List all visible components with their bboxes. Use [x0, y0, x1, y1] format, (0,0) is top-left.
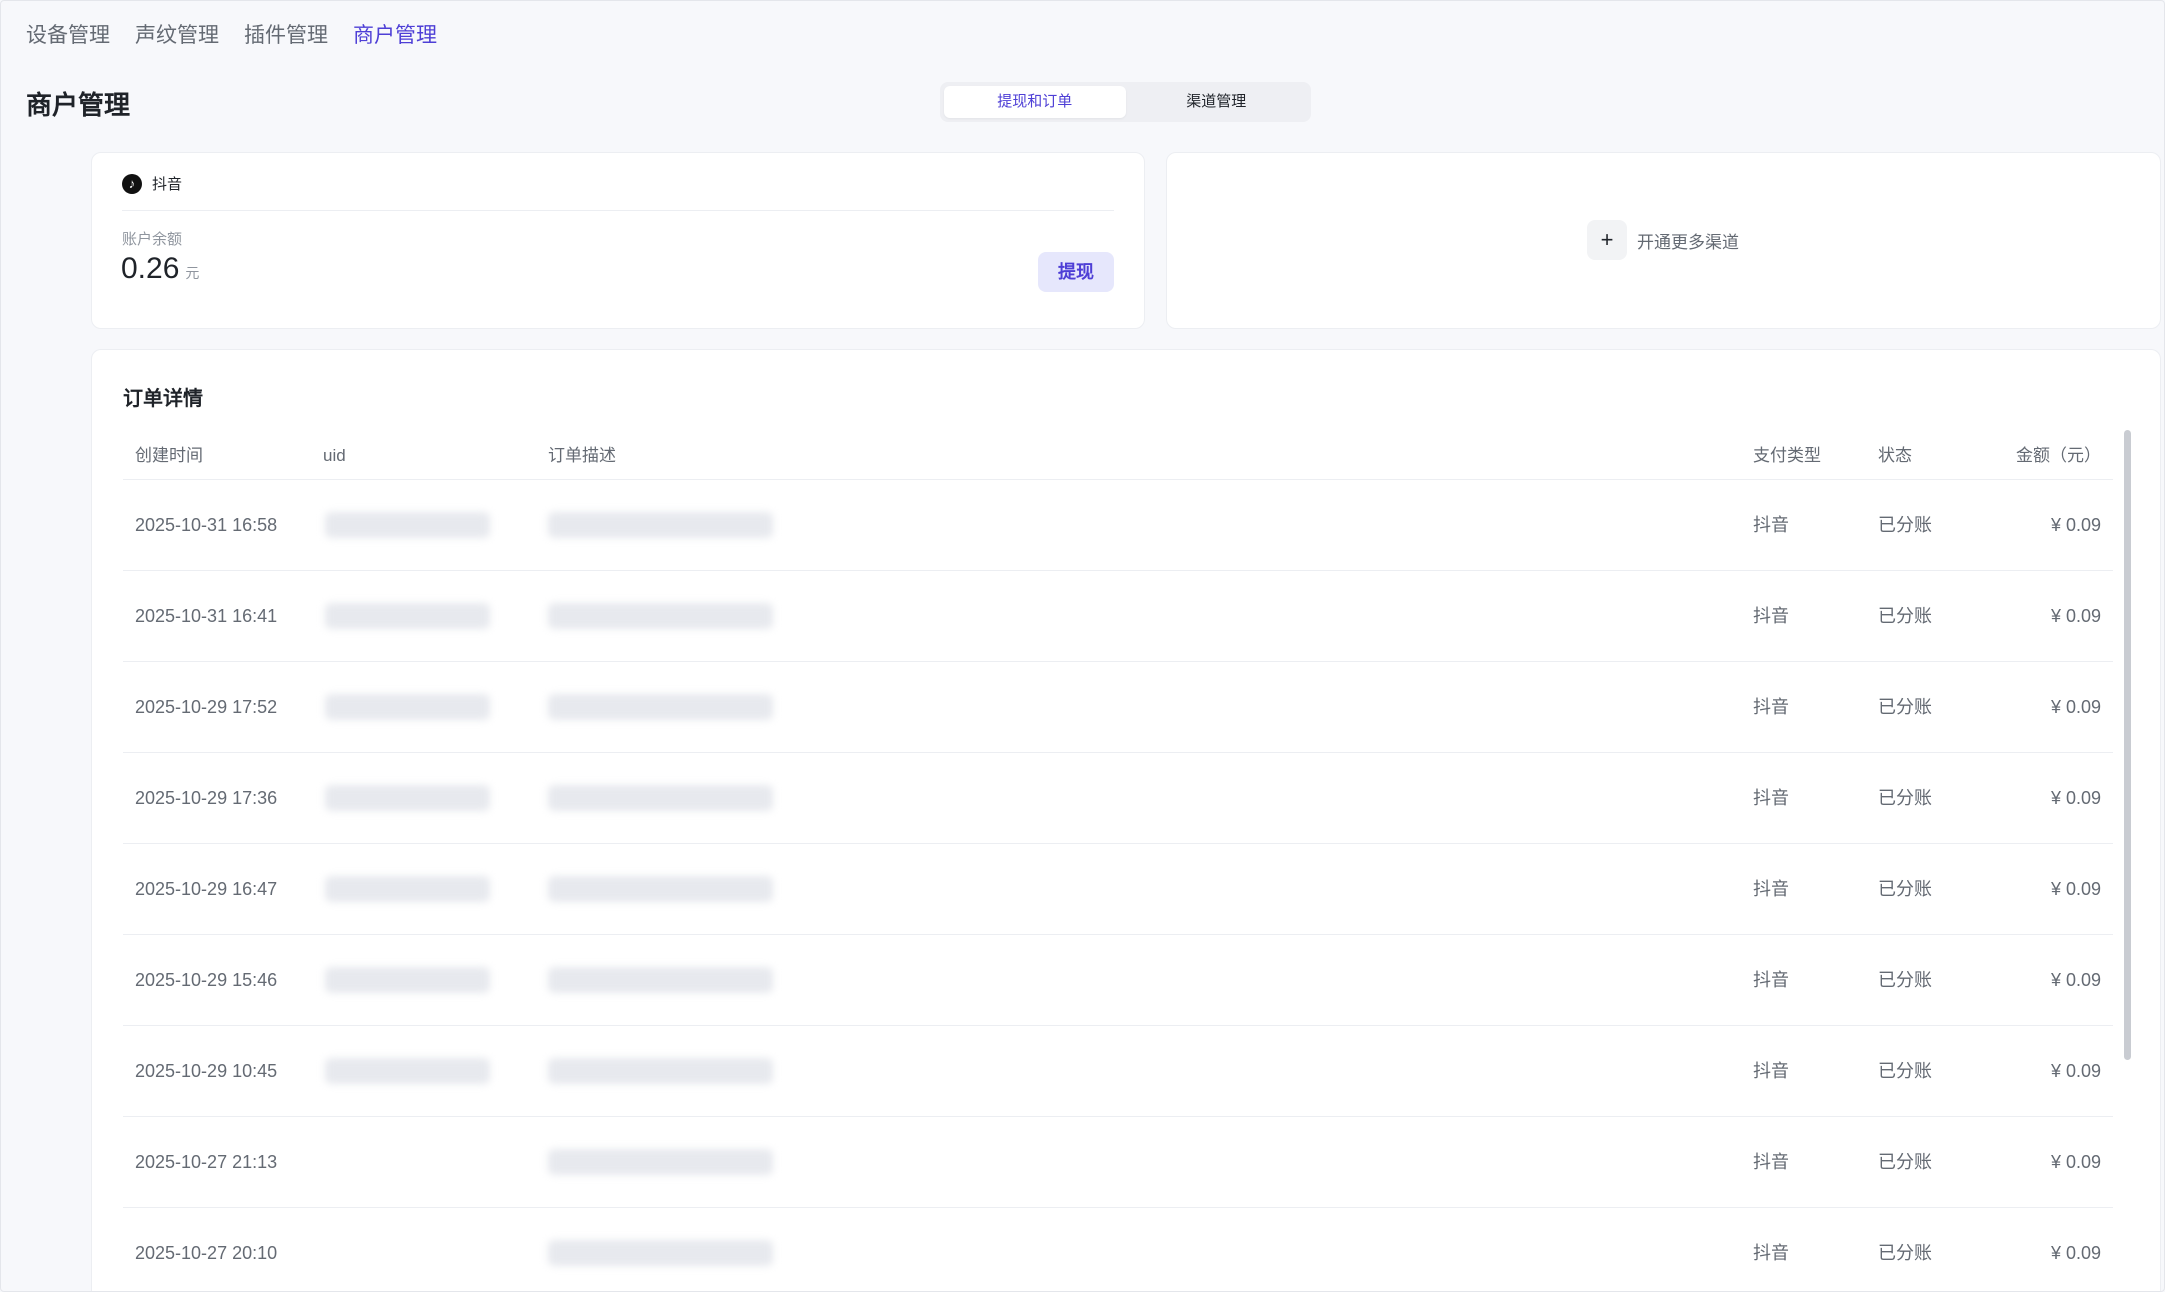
page-title: 商户管理 [26, 90, 131, 120]
cell-amount: ¥ 0.09 [2050, 1152, 2101, 1172]
cell-status: 已分账 [1878, 1152, 1932, 1172]
cell-pay-type: 抖音 [1753, 1061, 1789, 1081]
cell-amount: ¥ 0.09 [2050, 879, 2101, 899]
tab-channel-management[interactable]: 渠道管理 [1126, 86, 1308, 118]
cell-status: 已分账 [1878, 1061, 1932, 1081]
cell-uid-redacted [325, 694, 490, 720]
cell-uid-redacted [325, 512, 490, 538]
column-header-uid: uid [323, 446, 346, 465]
app-window: 设备管理 声纹管理 插件管理 商户管理 商户管理 提现和订单 渠道管理 ♪ 抖音… [0, 0, 2165, 1292]
cell-time: 2025-10-29 15:46 [135, 970, 278, 990]
orders-table: 创建时间 uid 订单描述 支付类型 状态 金额（元） 2025-10-31 1… [123, 432, 2113, 1291]
segmented-control: 提现和订单 渠道管理 [940, 82, 1311, 122]
scrollbar-thumb[interactable] [2124, 430, 2131, 1060]
cell-status: 已分账 [1878, 606, 1932, 626]
cell-desc-redacted [548, 785, 773, 811]
column-header-amount: 金额（元） [2016, 446, 2101, 465]
cell-amount: ¥ 0.09 [2050, 606, 2101, 626]
nav-merchant-management[interactable]: 商户管理 [353, 21, 437, 51]
cell-amount: ¥ 0.09 [2050, 788, 2101, 808]
balance-card: ♪ 抖音 账户余额 0.26 元 提现 [91, 152, 1145, 329]
cell-time: 2025-10-31 16:41 [135, 606, 278, 626]
open-more-channels-label: 开通更多渠道 [1637, 232, 1739, 252]
cell-time: 2025-10-29 10:45 [135, 1061, 278, 1081]
plus-icon: + [1587, 220, 1627, 260]
cell-desc-redacted [548, 876, 773, 902]
cell-time: 2025-10-29 17:52 [135, 697, 278, 717]
cell-pay-type: 抖音 [1753, 606, 1789, 626]
cell-pay-type: 抖音 [1753, 788, 1789, 808]
scrollbar[interactable] [2122, 430, 2132, 1291]
column-header-status: 状态 [1878, 446, 1912, 465]
cell-amount: ¥ 0.09 [2050, 515, 2101, 535]
table-header: 创建时间 uid 订单描述 支付类型 状态 金额（元） [123, 432, 2113, 480]
cell-amount: ¥ 0.09 [2050, 697, 2101, 717]
cell-status: 已分账 [1878, 788, 1932, 808]
channel-name: 抖音 [152, 176, 183, 193]
cell-desc-redacted [548, 1058, 773, 1084]
nav-device-management[interactable]: 设备管理 [26, 21, 110, 51]
cell-time: 2025-10-27 20:10 [135, 1243, 278, 1263]
table-row: 2025-10-31 16:41 抖音 已分账 ¥ 0.09 [123, 571, 2113, 662]
nav-plugin-management[interactable]: 插件管理 [244, 21, 328, 51]
cell-desc-redacted [548, 1240, 773, 1266]
table-row: 2025-10-29 10:45 抖音 已分账 ¥ 0.09 [123, 1026, 2113, 1117]
table-row: 2025-10-29 17:52 抖音 已分账 ¥ 0.09 [123, 662, 2113, 753]
cell-time: 2025-10-29 16:47 [135, 879, 278, 899]
cell-status: 已分账 [1878, 697, 1932, 717]
card-divider [122, 210, 1114, 211]
tab-withdraw-orders[interactable]: 提现和订单 [944, 86, 1126, 118]
cell-amount: ¥ 0.09 [2050, 1243, 2101, 1263]
table-row: 2025-10-29 17:36 抖音 已分账 ¥ 0.09 [123, 753, 2113, 844]
cell-status: 已分账 [1878, 1243, 1932, 1263]
balance-value: 0.26 [121, 252, 180, 285]
cell-pay-type: 抖音 [1753, 879, 1789, 899]
cell-uid-redacted [325, 967, 490, 993]
table-row: 2025-10-31 16:58 抖音 已分账 ¥ 0.09 [123, 480, 2113, 571]
cell-pay-type: 抖音 [1753, 1152, 1789, 1172]
cell-pay-type: 抖音 [1753, 1243, 1789, 1263]
cell-pay-type: 抖音 [1753, 515, 1789, 535]
cell-uid-redacted [325, 785, 490, 811]
cell-uid-redacted [325, 603, 490, 629]
cell-pay-type: 抖音 [1753, 697, 1789, 717]
balance-label: 账户余额 [122, 231, 183, 248]
cell-pay-type: 抖音 [1753, 970, 1789, 990]
table-row: 2025-10-29 15:46 抖音 已分账 ¥ 0.09 [123, 935, 2113, 1026]
cell-desc-redacted [548, 967, 773, 993]
cell-desc-redacted [548, 603, 773, 629]
top-nav: 设备管理 声纹管理 插件管理 商户管理 [26, 21, 437, 51]
cell-desc-redacted [548, 694, 773, 720]
open-more-channels-button[interactable]: + 开通更多渠道 [1587, 220, 1739, 260]
column-header-time: 创建时间 [135, 446, 203, 465]
table-row: 2025-10-27 21:13 抖音 已分账 ¥ 0.09 [123, 1117, 2113, 1208]
nav-voiceprint-management[interactable]: 声纹管理 [135, 21, 219, 51]
tiktok-icon: ♪ [122, 173, 142, 194]
cell-status: 已分账 [1878, 515, 1932, 535]
column-header-desc: 订单描述 [548, 446, 616, 465]
table-row: 2025-10-27 20:10 抖音 已分账 ¥ 0.09 [123, 1208, 2113, 1291]
channel-header: ♪ 抖音 [122, 173, 182, 194]
more-channels-card: + 开通更多渠道 [1166, 152, 2161, 329]
table-body: 2025-10-31 16:58 抖音 已分账 ¥ 0.09 2025-10-31 16… [123, 480, 2113, 1291]
cell-time: 2025-10-31 16:58 [135, 515, 278, 535]
balance-unit: 元 [185, 265, 200, 281]
cell-desc-redacted [548, 1149, 773, 1175]
orders-card: 订单详情 创建时间 uid 订单描述 支付类型 状态 金额（元） 2025-10… [91, 349, 2161, 1291]
cell-uid-redacted [325, 1058, 490, 1084]
table-row: 2025-10-29 16:47 抖音 已分账 ¥ 0.09 [123, 844, 2113, 935]
cell-time: 2025-10-27 21:13 [135, 1152, 278, 1172]
cell-time: 2025-10-29 17:36 [135, 788, 278, 808]
cell-status: 已分账 [1878, 879, 1932, 899]
cell-amount: ¥ 0.09 [2050, 970, 2101, 990]
cell-status: 已分账 [1878, 970, 1932, 990]
cell-amount: ¥ 0.09 [2050, 1061, 2101, 1081]
orders-title: 订单详情 [123, 388, 203, 410]
cell-desc-redacted [548, 512, 773, 538]
cell-uid-redacted [325, 876, 490, 902]
column-header-pay-type: 支付类型 [1753, 446, 1821, 465]
balance-amount: 0.26 元 [121, 252, 199, 286]
withdraw-button[interactable]: 提现 [1038, 252, 1114, 292]
